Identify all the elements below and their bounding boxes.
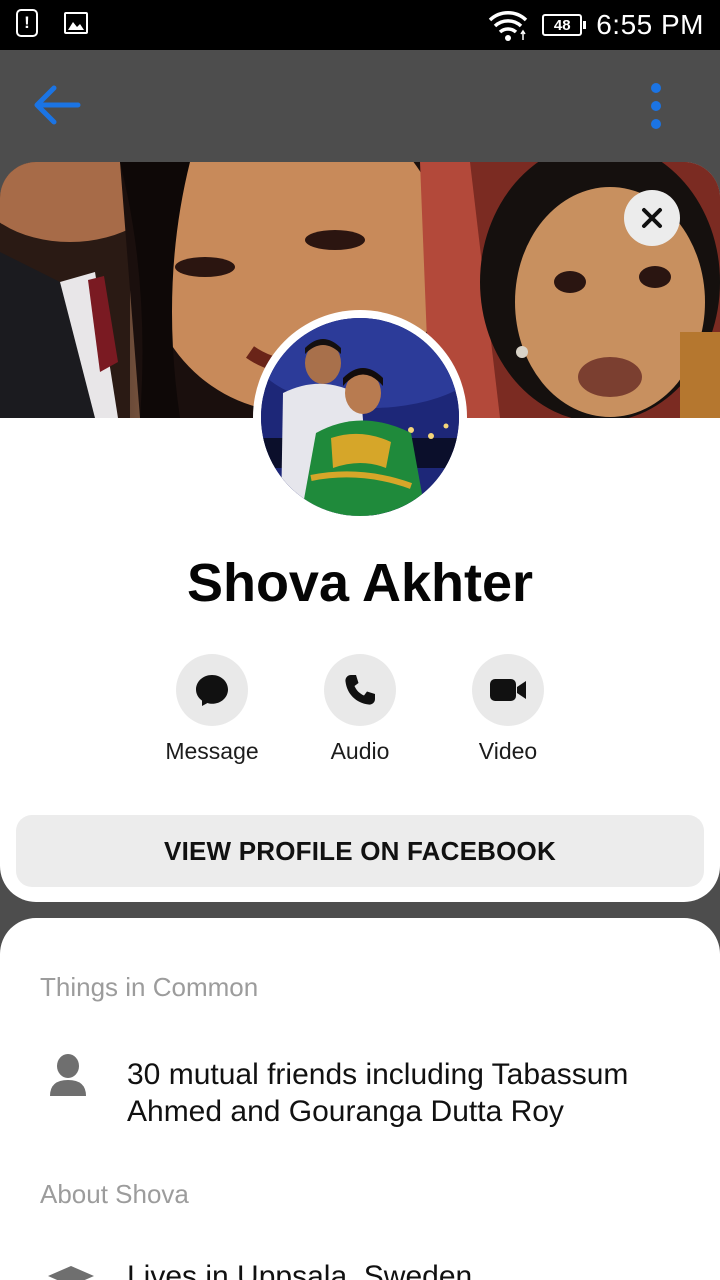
clock: 6:55 PM: [596, 9, 704, 40]
avatar[interactable]: [261, 318, 459, 516]
message-bubble-icon: [196, 675, 228, 706]
video-label: Video: [478, 738, 538, 764]
info-card: Things in Common 30 mutual friends inclu…: [0, 918, 720, 1280]
about-title: About Shova: [40, 1179, 189, 1209]
more-vert-icon: [651, 83, 661, 129]
video-circle: [472, 654, 544, 726]
graduation-cap-icon: [48, 1266, 94, 1280]
alert-icon: !: [16, 9, 38, 37]
video-camera-icon: [490, 679, 526, 701]
audio-circle: [324, 654, 396, 726]
message-label: Message: [165, 738, 259, 764]
more-options-button[interactable]: [640, 80, 672, 132]
video-call-button[interactable]: Video: [443, 652, 573, 765]
profile-card: Shova Akhter Message Audio Video VIEW PR…: [0, 162, 720, 902]
person-icon: [50, 1054, 86, 1096]
view-profile-button[interactable]: VIEW PROFILE ON FACEBOOK: [16, 815, 704, 887]
lives-in-text: Lives in Uppsala, Sweden: [127, 1260, 473, 1280]
audio-label: Audio: [330, 738, 390, 764]
close-icon: [642, 208, 662, 228]
profile-name: Shova Akhter: [186, 553, 534, 613]
back-arrow-icon: [34, 85, 81, 125]
action-row: Message Audio Video: [0, 652, 720, 772]
phone-icon: [345, 675, 375, 705]
profile-screen: ! 48 6:55 PM Shova Akhter Message Audio …: [0, 0, 720, 1280]
image-icon: [64, 12, 88, 34]
status-bar: ! 48 6:55 PM: [0, 0, 720, 50]
close-button[interactable]: [624, 190, 680, 246]
avatar-ring: [253, 310, 467, 524]
battery-icon: 48: [542, 14, 587, 36]
wifi-icon: [489, 11, 528, 41]
app-bar: [0, 50, 720, 162]
message-circle: [176, 654, 248, 726]
back-button[interactable]: [30, 82, 82, 128]
things-in-common-title: Things in Common: [40, 972, 259, 1002]
message-button[interactable]: Message: [147, 652, 277, 765]
mutual-friends-text: 30 mutual friends including Tabassum Ahm…: [127, 1058, 629, 1128]
audio-call-button[interactable]: Audio: [295, 652, 425, 765]
battery-level: 48: [553, 16, 571, 34]
